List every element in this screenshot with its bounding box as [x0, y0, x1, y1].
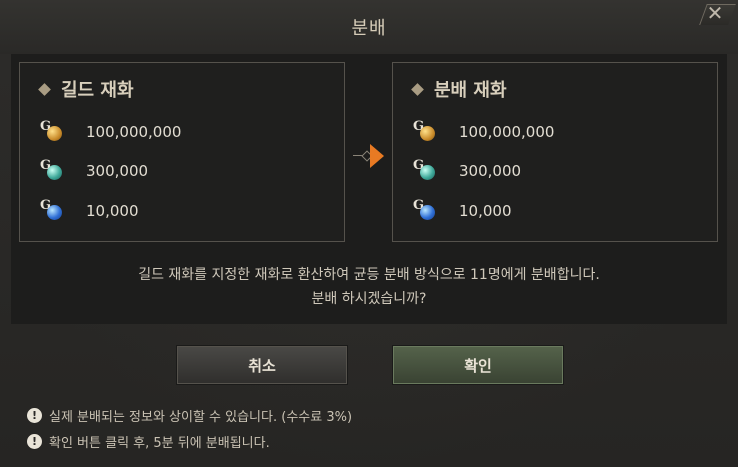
- guild-currency-title: 길드 재화: [61, 80, 134, 101]
- distribute-currency-box: 분배 재화 G 100,000,000 G 300,000 G 10,000: [392, 62, 718, 242]
- arrow-right-icon: [353, 141, 389, 171]
- title-bar: 분배: [0, 0, 738, 54]
- distribute-currency-title: 분배 재화: [434, 80, 507, 101]
- currency-row: G 300,000: [40, 158, 148, 184]
- diamond-bullet-icon: [411, 82, 424, 96]
- currency-amount: 10,000: [459, 202, 512, 220]
- cancel-button[interactable]: 취소: [176, 345, 348, 385]
- gold-coin-icon: G: [413, 119, 439, 145]
- currency-row: G 10,000: [413, 198, 512, 224]
- teal-gem-icon: G: [40, 158, 66, 184]
- notice-text: 실제 분배되는 정보와 상이할 수 있습니다. (수수료 3%): [49, 409, 353, 425]
- exclamation-icon: !: [27, 433, 42, 449]
- diamond-bullet-icon: [38, 82, 51, 96]
- currency-amount: 100,000,000: [459, 123, 555, 141]
- notice-text: 확인 버튼 클릭 후, 5분 뒤에 분배됩니다.: [49, 435, 270, 451]
- notice-item: ! 실제 분배되는 정보와 상이할 수 있습니다. (수수료 3%): [27, 405, 352, 425]
- currency-row: G 100,000,000: [40, 119, 181, 145]
- currency-amount: 10,000: [86, 202, 139, 220]
- distribute-dialog: 분배 ✕ 길드 재화 G 100,000,000 G 300,000 G 10,…: [0, 0, 738, 467]
- notice-item: ! 확인 버튼 클릭 후, 5분 뒤에 분배됩니다.: [27, 431, 270, 451]
- currency-amount: 300,000: [459, 162, 522, 180]
- gold-coin-icon: G: [40, 119, 66, 145]
- distribute-question: 분배 하시겠습니까?: [311, 291, 427, 307]
- dialog-title: 분배: [351, 18, 387, 39]
- currency-row: G 100,000,000: [413, 119, 554, 145]
- distribute-message: 길드 재화를 지정한 재화로 환산하여 균등 분배 방식으로 11명에게 분배합…: [138, 267, 600, 283]
- guild-currency-header: 길드 재화: [38, 77, 134, 101]
- currency-amount: 300,000: [86, 162, 149, 180]
- teal-gem-icon: G: [413, 158, 439, 184]
- currency-row: G 10,000: [40, 198, 139, 224]
- blue-gem-icon: G: [40, 198, 66, 224]
- guild-currency-box: 길드 재화 G 100,000,000 G 300,000 G 10,000: [19, 62, 345, 242]
- currency-row: G 300,000: [413, 158, 521, 184]
- confirm-button[interactable]: 확인: [392, 345, 564, 385]
- exclamation-icon: !: [27, 407, 42, 423]
- distribute-currency-header: 분배 재화: [411, 77, 507, 101]
- close-icon[interactable]: ✕: [705, 1, 725, 25]
- blue-gem-icon: G: [413, 198, 439, 224]
- currency-amount: 100,000,000: [86, 123, 182, 141]
